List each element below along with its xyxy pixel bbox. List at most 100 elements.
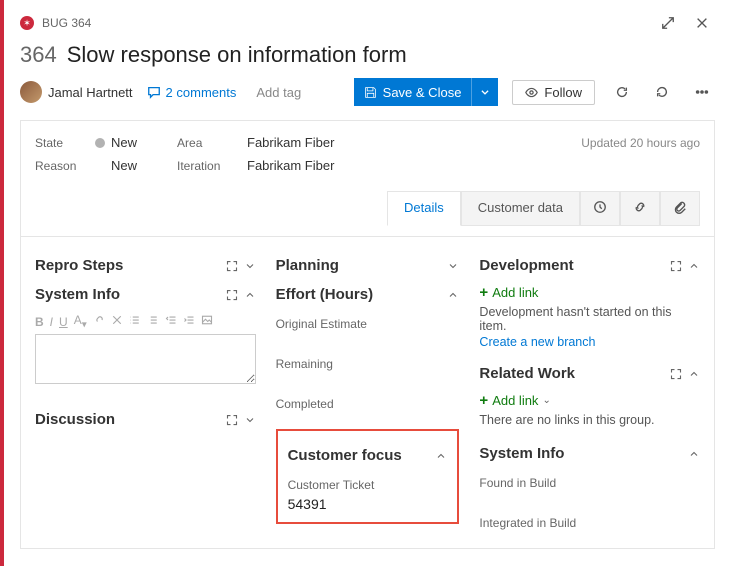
comment-icon	[147, 85, 161, 99]
follow-label: Follow	[544, 85, 582, 100]
state-dot-icon	[95, 138, 105, 148]
follow-button[interactable]: Follow	[512, 80, 595, 105]
comments-button[interactable]: 2 comments	[147, 85, 237, 100]
chevron-up-icon[interactable]	[688, 448, 700, 460]
expand-icon[interactable]	[655, 10, 681, 36]
plus-icon: +	[479, 392, 488, 409]
rte-toolbar: B I U A▾	[35, 309, 256, 334]
expand-section-icon[interactable]	[670, 260, 682, 272]
system-info-r-title: System Info	[479, 445, 688, 462]
close-icon[interactable]	[689, 10, 715, 36]
integrated-in-build-label: Integrated in Build	[479, 516, 700, 530]
dev-hint-text: Development hasn't started on this item.	[479, 305, 700, 333]
work-item-type-label: BUG 364	[42, 16, 91, 30]
italic-button[interactable]: I	[50, 315, 53, 329]
iteration-label: Iteration	[177, 159, 247, 173]
customer-ticket-value[interactable]: 54391	[288, 496, 448, 512]
image-button[interactable]	[201, 314, 213, 329]
updated-text: Updated 20 hours ago	[581, 136, 700, 150]
chevron-down-icon[interactable]	[244, 414, 256, 426]
save-close-button[interactable]: Save & Close	[354, 78, 499, 106]
effort-title: Effort (Hours)	[276, 286, 448, 303]
repro-steps-header[interactable]: Repro Steps	[35, 251, 256, 280]
system-info-r-header[interactable]: System Info	[479, 439, 700, 468]
work-item-id: 364	[20, 42, 57, 68]
expand-section-icon[interactable]	[226, 260, 238, 272]
undo-icon[interactable]	[649, 79, 675, 105]
planning-title: Planning	[276, 257, 448, 274]
effort-header[interactable]: Effort (Hours)	[276, 280, 460, 309]
development-title: Development	[479, 257, 670, 274]
state-value[interactable]: New	[111, 135, 137, 150]
system-info-header[interactable]: System Info	[35, 280, 256, 309]
save-dropdown[interactable]	[472, 78, 498, 106]
customer-focus-header[interactable]: Customer focus	[288, 441, 448, 470]
chevron-down-icon: ⌄	[542, 395, 550, 406]
create-branch-link[interactable]: Create a new branch	[479, 335, 700, 349]
add-tag-button[interactable]: Add tag	[250, 83, 307, 102]
eye-icon	[525, 86, 538, 99]
reason-value[interactable]: New	[111, 158, 137, 173]
completed-label: Completed	[276, 397, 460, 411]
chevron-down-icon[interactable]	[447, 260, 459, 272]
outdent-button[interactable]	[165, 314, 177, 329]
area-label: Area	[177, 136, 247, 150]
meta-section: State New Area Fabrikam Fiber Updated 20…	[20, 120, 715, 237]
chevron-up-icon[interactable]	[447, 289, 459, 301]
work-item-title[interactable]: Slow response on information form	[67, 42, 407, 68]
save-label: Save & Close	[383, 85, 462, 100]
comments-count: 2 comments	[166, 85, 237, 100]
remaining-label: Remaining	[276, 357, 460, 371]
expand-section-icon[interactable]	[226, 289, 238, 301]
expand-section-icon[interactable]	[670, 368, 682, 380]
more-icon[interactable]	[689, 79, 715, 105]
discussion-header[interactable]: Discussion	[35, 405, 256, 434]
tab-details[interactable]: Details	[387, 191, 461, 226]
original-estimate-label: Original Estimate	[276, 317, 460, 331]
clear-format-button[interactable]	[111, 314, 123, 329]
chevron-down-icon[interactable]	[244, 260, 256, 272]
dev-add-link-button[interactable]: + Add link	[479, 284, 700, 301]
tab-customer-data[interactable]: Customer data	[461, 191, 580, 226]
tab-attachments[interactable]	[660, 191, 700, 226]
customer-focus-title: Customer focus	[288, 447, 436, 464]
bullet-list-button[interactable]	[129, 314, 141, 329]
underline-button[interactable]: U	[59, 315, 68, 329]
save-icon	[364, 86, 377, 99]
font-button[interactable]: A▾	[74, 313, 87, 330]
area-value[interactable]: Fabrikam Fiber	[247, 135, 334, 150]
reason-label: Reason	[35, 159, 95, 173]
add-link-label: Add link	[492, 285, 538, 300]
plus-icon: +	[479, 284, 488, 301]
customer-ticket-label: Customer Ticket	[288, 478, 448, 492]
expand-section-icon[interactable]	[226, 414, 238, 426]
indent-button[interactable]	[183, 314, 195, 329]
related-add-link-button[interactable]: + Add link ⌄	[479, 392, 700, 409]
discussion-title: Discussion	[35, 411, 226, 428]
related-work-header[interactable]: Related Work	[479, 359, 700, 388]
chevron-up-icon[interactable]	[435, 450, 447, 462]
development-header[interactable]: Development	[479, 251, 700, 280]
tab-history[interactable]	[580, 191, 620, 226]
chevron-up-icon[interactable]	[688, 368, 700, 380]
no-links-text: There are no links in this group.	[479, 413, 700, 427]
number-list-button[interactable]	[147, 314, 159, 329]
link-rte-button[interactable]	[93, 314, 105, 329]
tab-links[interactable]	[620, 191, 660, 226]
chevron-up-icon[interactable]	[688, 260, 700, 272]
bold-button[interactable]: B	[35, 315, 44, 329]
add-link-label: Add link	[492, 393, 538, 408]
iteration-value[interactable]: Fabrikam Fiber	[247, 158, 334, 173]
found-in-build-label: Found in Build	[479, 476, 700, 490]
planning-header[interactable]: Planning	[276, 251, 460, 280]
repro-steps-title: Repro Steps	[35, 257, 226, 274]
avatar	[20, 81, 42, 103]
customer-focus-section: Customer focus Customer Ticket 54391	[276, 429, 460, 524]
assignee-picker[interactable]: Jamal Hartnett	[20, 81, 133, 103]
related-work-title: Related Work	[479, 365, 670, 382]
state-label: State	[35, 136, 95, 150]
bug-icon: ✶	[20, 16, 34, 30]
system-info-textarea[interactable]	[35, 334, 256, 384]
refresh-icon[interactable]	[609, 79, 635, 105]
chevron-up-icon[interactable]	[244, 289, 256, 301]
